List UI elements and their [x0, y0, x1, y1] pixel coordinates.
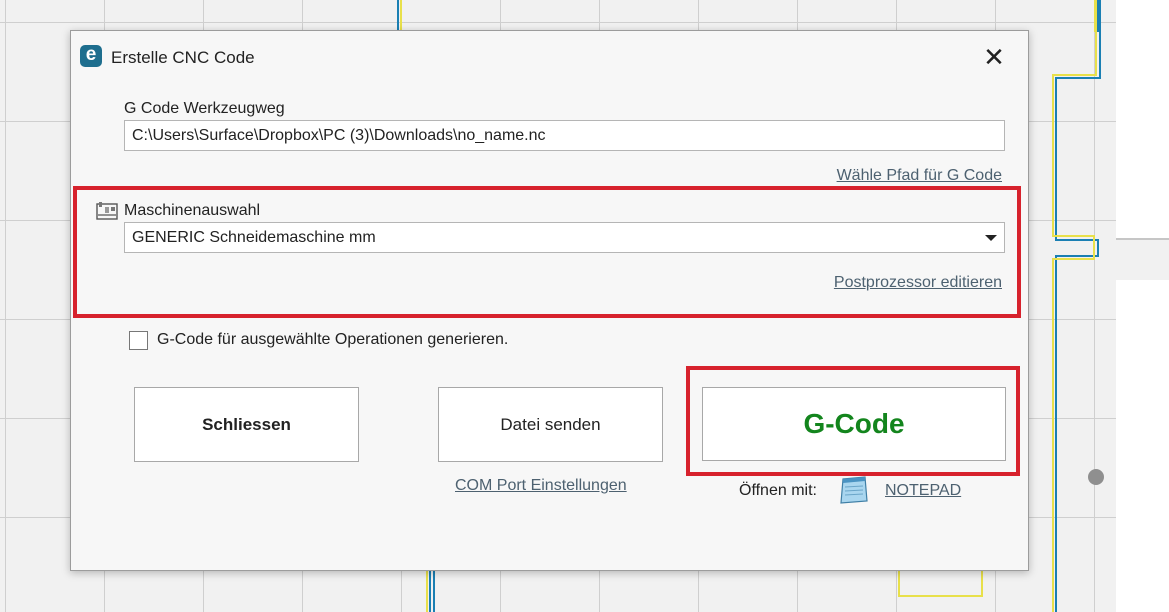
selected-operations-checkbox[interactable] [129, 331, 148, 350]
toolpath-small-rect [898, 569, 983, 597]
gcode-path-label: G Code Werkzeugweg [124, 100, 285, 117]
dialog-title: Erstelle CNC Code [111, 48, 255, 67]
app-logo-icon: e [80, 44, 102, 67]
choose-gcode-path-link[interactable]: Wähle Pfad für G Code [837, 167, 1002, 185]
close-button[interactable]: Schliessen [134, 387, 359, 462]
toolpath-bottom [429, 569, 435, 612]
notepad-icon[interactable] [837, 475, 871, 505]
close-icon[interactable]: ✕ [975, 41, 1013, 73]
notepad-link[interactable]: NOTEPAD [885, 482, 961, 500]
title-bar[interactable]: e Erstelle CNC Code ✕ [71, 31, 1028, 83]
toolpath-contour-offset [1052, 0, 1097, 612]
toolpath-contour [1055, 0, 1101, 612]
node-handle[interactable] [1088, 469, 1104, 485]
selected-operations-label: G-Code für ausgewählte Operationen gener… [157, 331, 509, 348]
create-cnc-code-dialog: e Erstelle CNC Code ✕ G Code Werkzeugweg… [70, 30, 1029, 571]
toolpath-offset-edge [400, 0, 1096, 32]
toolpath-rect-edge [397, 0, 1099, 32]
com-port-settings-link[interactable]: COM Port Einstellungen [455, 477, 627, 495]
machine-selection-highlight [73, 186, 1021, 318]
send-file-button[interactable]: Datei senden [438, 387, 663, 462]
open-with-label: Öffnen mit: [739, 482, 817, 499]
gcode-button-highlight [686, 366, 1020, 476]
gcode-path-input[interactable]: C:\Users\Surface\Dropbox\PC (3)\Download… [124, 120, 1005, 151]
